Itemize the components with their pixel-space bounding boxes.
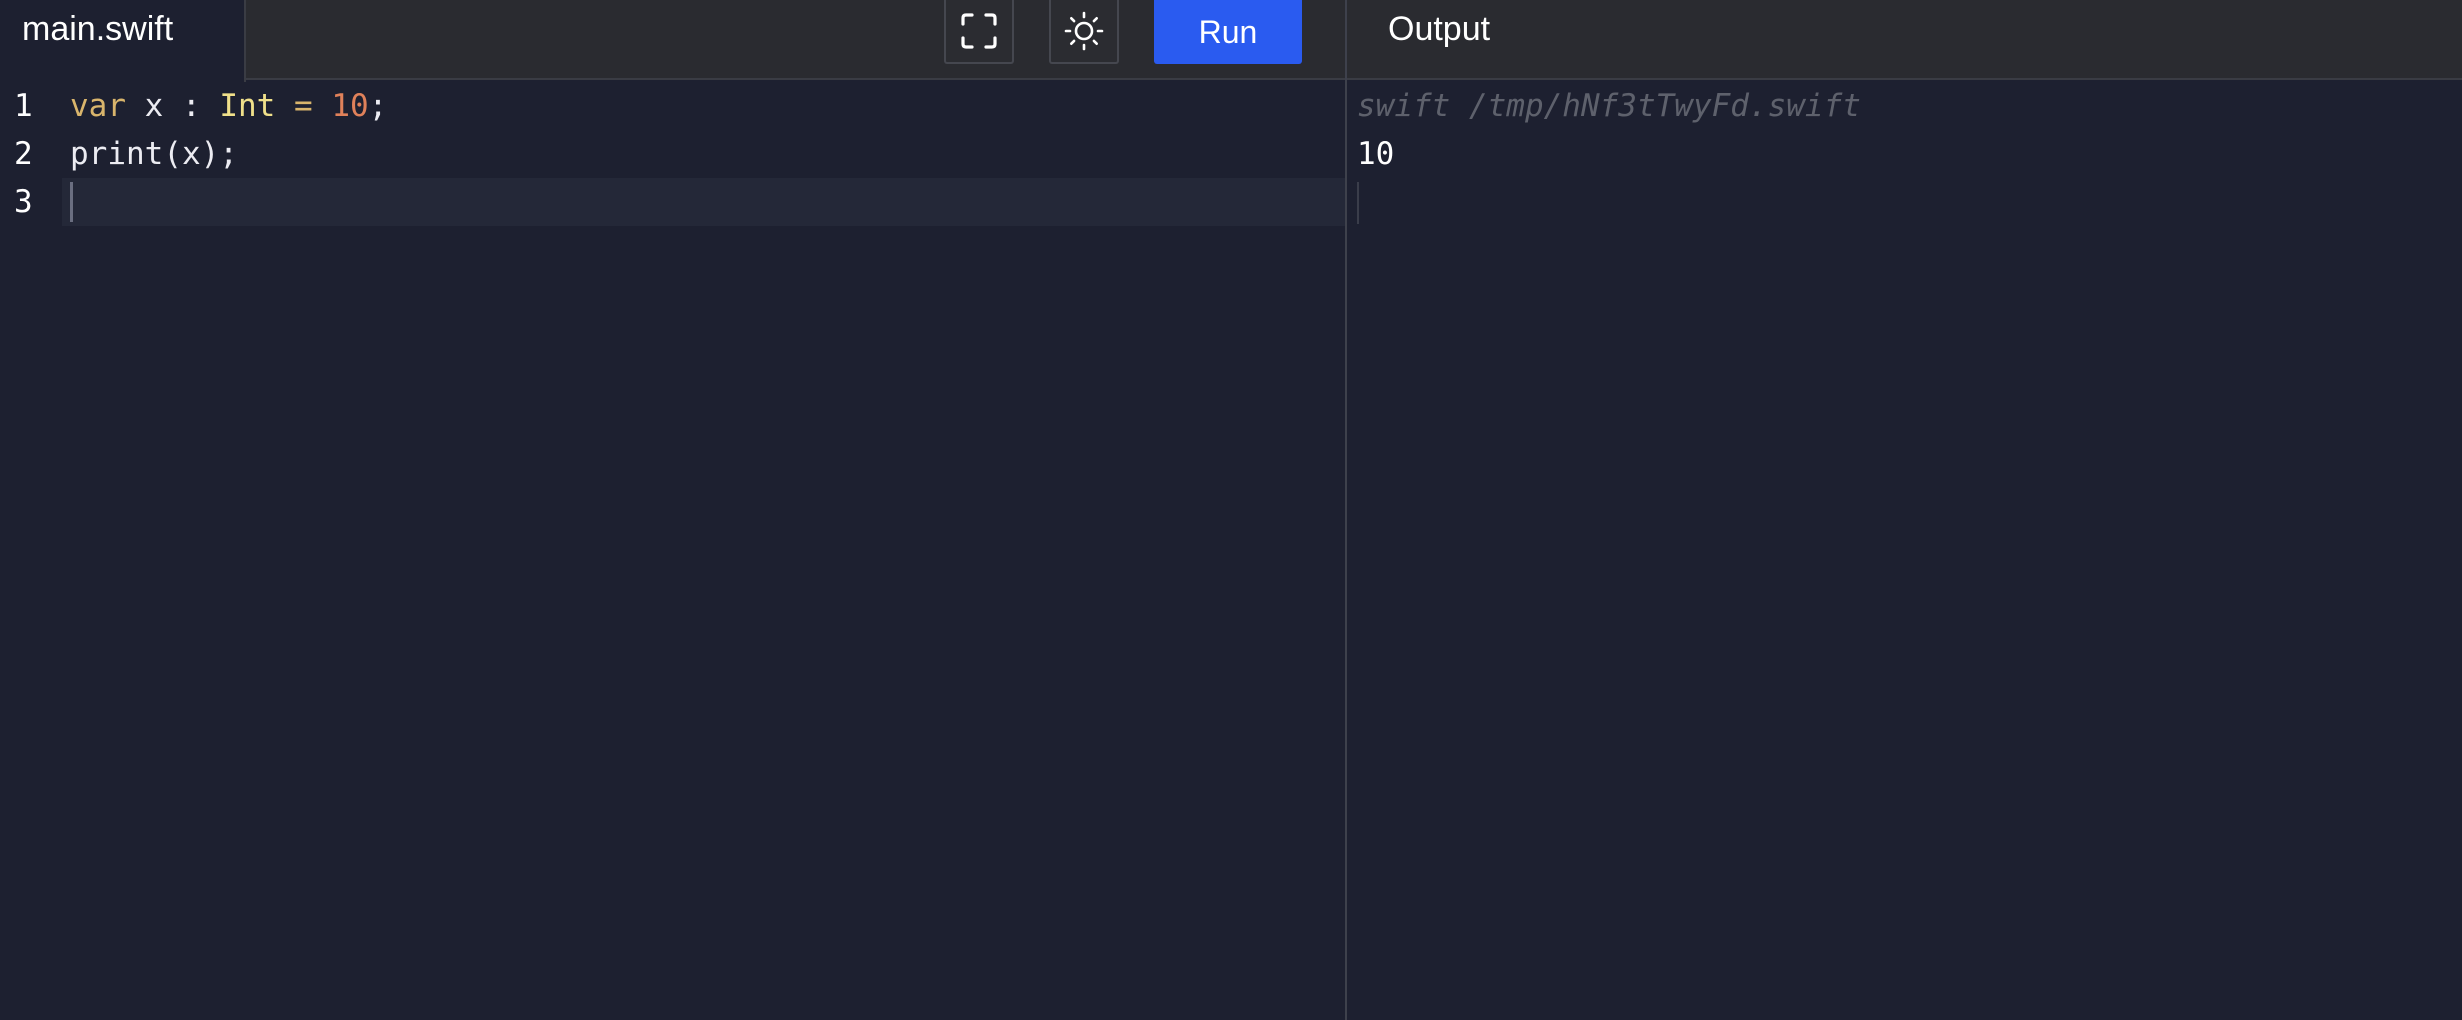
output-result: 10 xyxy=(1357,136,1395,172)
text-cursor xyxy=(70,182,73,222)
code-line-2[interactable]: 2 print(x); xyxy=(0,130,1345,178)
output-panel: swift /tmp/hNf3tTwyFd.swift 10 xyxy=(1347,82,2462,1020)
file-tab-label: main.swift xyxy=(22,10,174,48)
code-token-plain: x : xyxy=(126,88,220,124)
line-code: print(x); xyxy=(70,130,238,178)
sun-icon xyxy=(1064,11,1104,51)
line-number: 1 xyxy=(14,88,33,124)
code-token-number: 10 xyxy=(331,88,369,124)
fullscreen-icon xyxy=(961,13,997,49)
output-command: swift /tmp/hNf3tTwyFd.swift xyxy=(1357,88,1861,124)
code-token-plain: ; xyxy=(368,88,388,124)
code-token-operator: = xyxy=(275,88,332,124)
code-token-type: Int xyxy=(219,88,276,124)
code-line-1[interactable]: 1 var x : Int = 10; xyxy=(0,82,1345,130)
code-token-keyword: var xyxy=(70,88,126,124)
code-editor[interactable]: 1 var x : Int = 10; 2 print(x); 3 xyxy=(0,82,1345,1020)
output-tab-label: Output xyxy=(1388,10,1491,48)
tab-main-swift[interactable]: main.swift xyxy=(0,0,246,82)
line-number: 3 xyxy=(14,184,33,220)
code-token-plain: print(x); xyxy=(70,136,238,172)
theme-toggle-button[interactable] xyxy=(1049,0,1119,64)
output-cursor xyxy=(1357,182,1359,224)
code-runner-app: main.swift Run Output 1 var x: Int = 10… xyxy=(0,0,2462,1020)
fullscreen-button[interactable] xyxy=(944,0,1014,64)
run-button[interactable]: Run xyxy=(1154,0,1302,64)
active-line-highlight xyxy=(62,178,1345,226)
line-code: var x : Int = 10; xyxy=(70,82,387,130)
line-number: 2 xyxy=(14,136,33,172)
toolbar: main.swift Run Output xyxy=(0,0,2462,82)
code-line-3[interactable]: 3 xyxy=(0,178,1345,226)
